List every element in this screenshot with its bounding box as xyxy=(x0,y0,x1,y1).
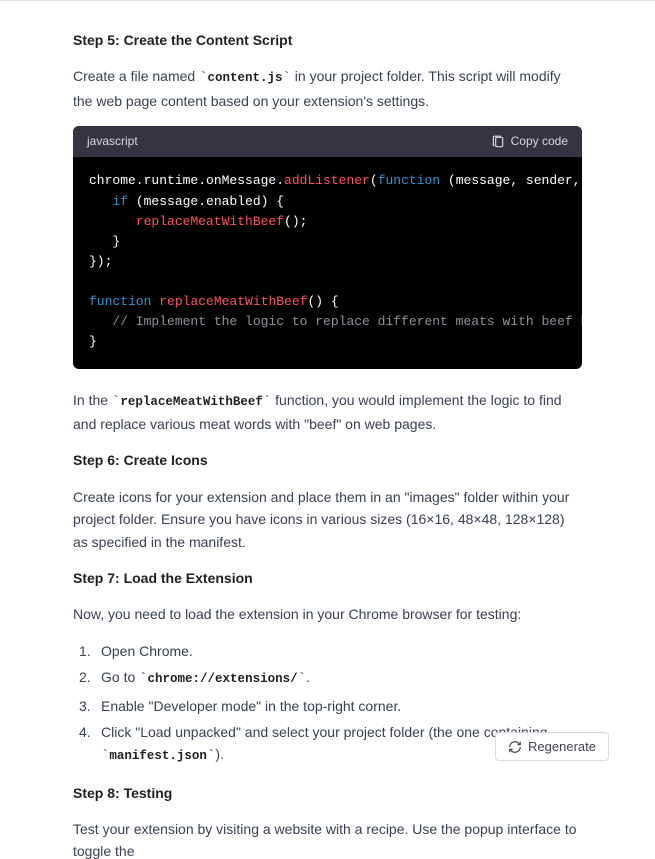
regenerate-button[interactable]: Regenerate xyxy=(495,732,609,761)
step5-paragraph: Create a file named `content.js` in your… xyxy=(73,65,582,112)
inline-code-contentjs: content.js xyxy=(207,71,282,85)
regenerate-label: Regenerate xyxy=(528,739,596,754)
inline-code-fn: replaceMeatWithBeef xyxy=(120,395,263,409)
step8-heading: Step 8: Testing xyxy=(73,782,582,804)
text: Click "Load unpacked" and select your pr… xyxy=(101,724,548,740)
text: Create a file named xyxy=(73,68,199,84)
step7-paragraph: Now, you need to load the extension in y… xyxy=(73,603,582,625)
list-item: Enable "Developer mode" in the top-right… xyxy=(73,695,582,717)
refresh-icon xyxy=(508,740,522,754)
code-header: javascript Copy code xyxy=(73,126,582,157)
after-code-paragraph: In the `replaceMeatWithBeef` function, y… xyxy=(73,389,582,436)
copy-code-button[interactable]: Copy code xyxy=(491,132,568,151)
step6-paragraph: Create icons for your extension and plac… xyxy=(73,486,582,553)
text: In the xyxy=(73,392,112,408)
code-lang-label: javascript xyxy=(87,132,138,151)
clipboard-icon xyxy=(491,135,505,149)
code-block: javascript Copy code chrome.runtime.onMe… xyxy=(73,126,582,368)
copy-code-label: Copy code xyxy=(511,132,568,151)
step6-heading: Step 6: Create Icons xyxy=(73,449,582,471)
code-body[interactable]: chrome.runtime.onMessage.addListener(fun… xyxy=(73,157,582,368)
step7-heading: Step 7: Load the Extension xyxy=(73,567,582,589)
text: ). xyxy=(215,746,224,762)
text: Go to xyxy=(101,669,139,685)
step8-paragraph: Test your extension by visiting a websit… xyxy=(73,818,582,859)
list-item: Go to `chrome://extensions/`. xyxy=(73,666,582,690)
list-item: Open Chrome. xyxy=(73,640,582,662)
inline-code-url: chrome://extensions/ xyxy=(148,672,298,686)
step5-heading: Step 5: Create the Content Script xyxy=(73,29,582,51)
inline-code-manifest: manifest.json xyxy=(109,749,207,763)
text: . xyxy=(306,669,310,685)
article-body: Step 5: Create the Content Script Create… xyxy=(0,1,655,859)
